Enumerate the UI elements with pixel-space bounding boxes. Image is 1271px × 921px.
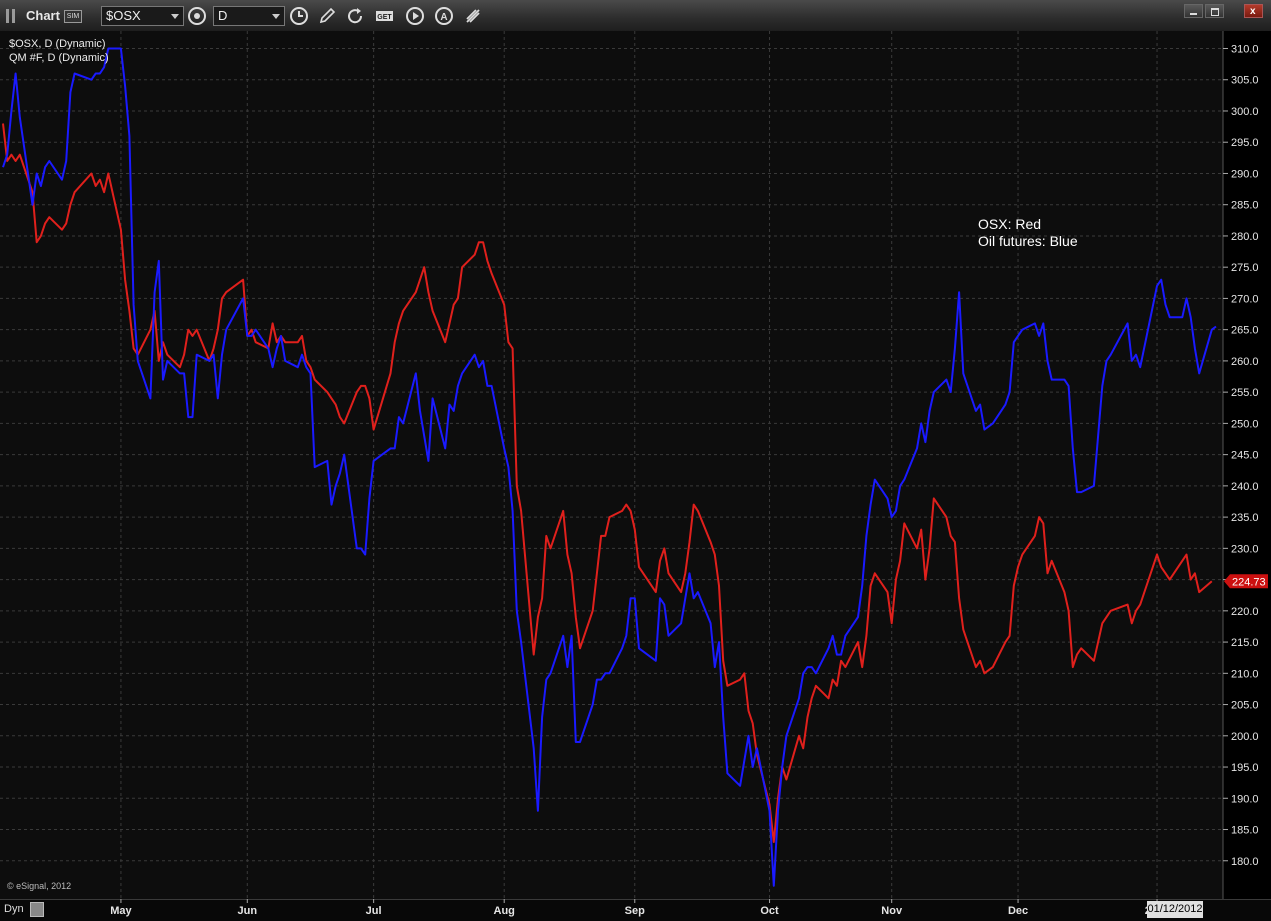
y-tick-label: 290.0 [1231,168,1259,180]
plot-background [0,31,1223,899]
y-tick-label: 215.0 [1231,637,1259,649]
y-tick-label: 280.0 [1231,231,1259,243]
pencil-icon[interactable] [316,5,338,27]
y-tick-label: 230.0 [1231,543,1259,555]
last-price-marker: 224.73 [1224,574,1268,589]
legend-oil: QM #F, D (Dynamic) [9,52,109,64]
annotation-oil: Oil futures: Blue [978,233,1078,249]
copyright-text: © eSignal, 2012 [7,881,72,891]
interval-value: D [218,8,228,23]
grip-icon[interactable] [6,9,16,23]
y-tick-label: 195.0 [1231,762,1259,774]
x-tick-label: May [110,905,132,917]
cursor-date-box: 01/12/2012 [1147,901,1203,918]
color-annotation: OSX: Red Oil futures: Blue [978,216,1078,250]
minimize-icon [1190,13,1197,15]
y-tick-label: 295.0 [1231,137,1259,149]
close-button[interactable]: x [1244,4,1263,18]
legend-osx: $OSX, D (Dynamic) [9,38,106,50]
play-icon[interactable] [404,5,426,27]
clock-icon[interactable] [288,5,310,27]
y-tick-label: 185.0 [1231,825,1259,837]
y-tick-label: 220.0 [1231,606,1259,618]
window-title: Chart [26,8,60,23]
settings-icon[interactable] [186,5,208,27]
y-tick-label: 200.0 [1231,731,1259,743]
price-chart[interactable]: 180.0 185.0 190.0 195.0 200.0 205.0 210.0 215.0… [0,31,1271,899]
x-tick-label: Jul [366,905,382,917]
y-tick-label: 285.0 [1231,200,1259,212]
y-tick-label: 190.0 [1231,793,1259,805]
y-tick-label: 245.0 [1231,450,1259,462]
x-tick-label: Sep [625,905,645,917]
close-icon: x [1250,6,1256,17]
y-tick-label: 275.0 [1231,262,1259,274]
tools-icon[interactable] [462,5,484,27]
y-tick-label: 180.0 [1231,856,1259,868]
get-icon[interactable]: GET [374,5,396,27]
y-tick-label: 270.0 [1231,293,1259,305]
y-tick-label: 265.0 [1231,325,1259,337]
x-tick-label: Jun [238,905,258,917]
sim-badge: SIM [64,10,82,23]
symbol-value: $OSX [106,8,141,23]
chart-toolbar: Chart SIM $OSX D GET A x [0,0,1271,32]
y-tick-label: 310.0 [1231,43,1259,55]
chevron-down-icon[interactable] [272,14,280,19]
x-tick-label: Nov [881,905,903,917]
chart-legend: $OSX, D (Dynamic) QM #F, D (Dynamic) [9,37,109,65]
maximize-button[interactable] [1205,4,1224,18]
y-tick-label: 250.0 [1231,418,1259,430]
symbol-input[interactable]: $OSX [101,6,184,26]
last-price-label: 224.73 [1232,576,1266,588]
y-tick-label: 210.0 [1231,668,1259,680]
y-tick-label: 235.0 [1231,512,1259,524]
x-tick-label: Aug [494,905,515,917]
interval-input[interactable]: D [213,6,285,26]
y-tick-label: 205.0 [1231,700,1259,712]
maximize-icon [1211,8,1219,16]
refresh-icon[interactable] [344,5,366,27]
y-tick-label: 300.0 [1231,106,1259,118]
x-axis: MayJunJulAugSepOctNovDec2012 [110,899,1169,917]
y-tick-label: 260.0 [1231,356,1259,368]
x-tick-label: Dec [1008,905,1028,917]
minimize-button[interactable] [1184,4,1203,18]
y-tick-label: 240.0 [1231,481,1259,493]
svg-text:A: A [440,12,447,23]
alert-icon[interactable]: A [433,5,455,27]
svg-text:GET: GET [377,14,392,21]
y-tick-label: 305.0 [1231,75,1259,87]
annotation-osx: OSX: Red [978,216,1042,232]
y-tick-label: 255.0 [1231,387,1259,399]
chevron-down-icon[interactable] [171,14,179,19]
x-tick-label: Oct [760,905,779,917]
